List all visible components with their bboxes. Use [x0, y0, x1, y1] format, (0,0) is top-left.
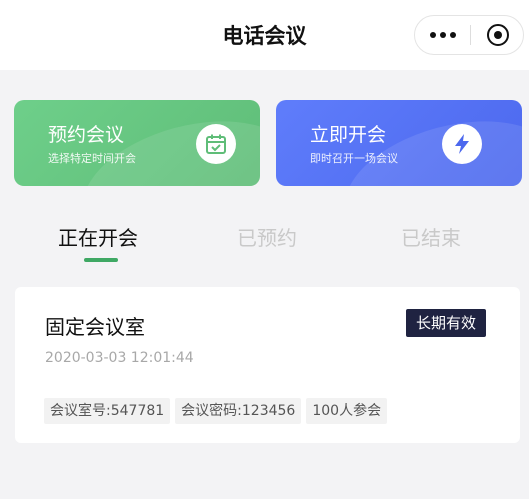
mini-program-capsule: [414, 15, 524, 55]
tab-ongoing[interactable]: 正在开会: [58, 222, 138, 251]
tab-scheduled[interactable]: 已预约: [237, 222, 297, 251]
meeting-tabs: 正在开会 已预约 已结束: [0, 214, 529, 270]
lightning-icon: [442, 124, 482, 164]
status-badge: 长期有效: [406, 309, 487, 337]
schedule-meeting-button[interactable]: 预约会议 选择特定时间开会: [14, 100, 260, 186]
room-number-tag: 会议室号:547781: [44, 398, 171, 424]
instant-meeting-title: 立即开会: [310, 124, 387, 146]
instant-meeting-button[interactable]: 立即开会 即时召开一场会议: [276, 100, 522, 186]
schedule-meeting-subtitle: 选择特定时间开会: [48, 152, 136, 165]
capsule-divider: [470, 25, 471, 45]
calendar-check-icon: [196, 124, 236, 164]
target-icon[interactable]: [487, 24, 509, 46]
more-dots-icon[interactable]: [415, 16, 470, 54]
meeting-card[interactable]: 固定会议室 长期有效 2020-03-03 12:01:44 会议室号:5477…: [15, 287, 520, 443]
instant-meeting-subtitle: 即时召开一场会议: [310, 152, 398, 165]
participants-tag: 100人参会: [306, 398, 388, 424]
password-tag: 会议密码:123456: [175, 398, 302, 424]
meeting-tags: 会议室号:547781 会议密码:123456 100人参会: [44, 398, 388, 424]
tab-ended[interactable]: 已结束: [401, 222, 461, 251]
navigation-bar: 电话会议: [0, 0, 529, 70]
active-tab-indicator: [84, 258, 118, 262]
schedule-meeting-title: 预约会议: [48, 124, 125, 146]
meeting-title: 固定会议室: [45, 315, 145, 339]
meeting-time: 2020-03-03 12:01:44: [45, 350, 194, 366]
